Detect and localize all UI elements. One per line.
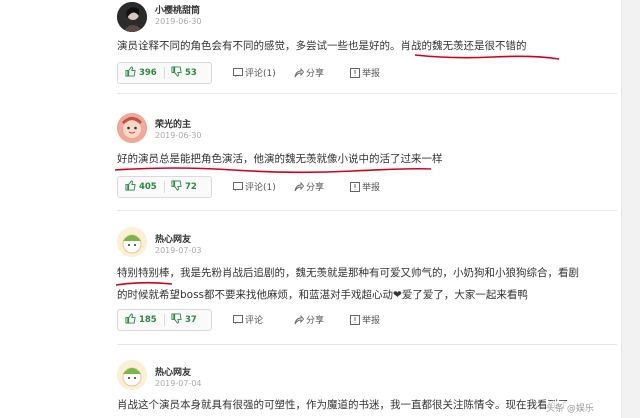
flag-icon (350, 68, 360, 78)
comment-divider (117, 93, 617, 94)
upvote-count: 405 (138, 182, 157, 192)
commenter-name[interactable]: 热心网友 (155, 232, 191, 245)
reply-button[interactable]: 评论(1) (233, 66, 276, 79)
upvote-button[interactable]: 185 (125, 313, 157, 325)
comment-icon (233, 182, 243, 191)
downvote-button[interactable]: 72 (171, 180, 197, 192)
vote-box: 396 53 (117, 62, 212, 84)
comment-date: 2019-06-30 (155, 17, 202, 26)
comment-text: 肖战这个演员本身就具有很强的可塑性，作为魔道的书迷，我一直都很关注陈情令。现在我… (117, 399, 569, 411)
share-icon (294, 314, 305, 325)
share-button[interactable]: 分享 (294, 180, 324, 193)
commenter-name[interactable]: 荣光的主 (155, 117, 191, 130)
share-icon (294, 181, 305, 192)
comment-divider (117, 210, 617, 211)
avatar (117, 227, 147, 257)
comment-text-line: 特别特别棒，我是先粉肖战后追剧的，魏无羡就是那种有可爱又帅气的，小奶狗和小狼狗综… (117, 267, 579, 279)
thumbs-down-icon (171, 66, 182, 77)
report-label: 举报 (362, 183, 381, 193)
comment-text-part: 演员诠释不同的角色会有不同的感觉，多尝试一些也是好的。 (117, 40, 401, 52)
comment-date: 2019-07-03 (155, 246, 202, 255)
flag-icon (350, 315, 360, 325)
thumbs-down-icon (171, 180, 182, 191)
comment-text-highlight: 肖战的魏无羡还是很不错的 (400, 40, 527, 52)
reply-label: 评论(1) (245, 183, 276, 193)
reply-label: 评论 (245, 316, 264, 326)
thumbs-up-icon (125, 66, 136, 77)
red-underline (414, 54, 560, 60)
comment-icon (233, 315, 243, 324)
report-button[interactable]: 举报 (350, 313, 380, 326)
upvote-button[interactable]: 396 (125, 66, 157, 78)
share-label: 分享 (306, 183, 325, 193)
upvote-button[interactable]: 405 (125, 180, 157, 192)
vote-box: 405 72 (117, 176, 212, 198)
share-label: 分享 (306, 316, 325, 326)
comment-divider (117, 344, 617, 345)
avatar (117, 360, 147, 390)
share-button[interactable]: 分享 (294, 66, 324, 79)
comment-icon (233, 68, 243, 77)
comment-date: 2019-07-04 (155, 379, 202, 388)
watermark: 头条 @娱乐 (546, 401, 594, 414)
share-icon (294, 67, 305, 78)
share-label: 分享 (306, 69, 325, 79)
share-button[interactable]: 分享 (294, 313, 324, 326)
avatar (117, 2, 147, 32)
thumbs-up-icon (125, 313, 136, 324)
thumbs-up-icon (125, 180, 136, 191)
commenter-name[interactable]: 热心网友 (155, 365, 191, 378)
upvote-count: 396 (138, 68, 157, 78)
upvote-count: 185 (138, 315, 157, 325)
report-button[interactable]: 举报 (350, 180, 380, 193)
downvote-count: 72 (184, 182, 197, 192)
report-label: 举报 (362, 316, 381, 326)
vote-separator (164, 181, 165, 193)
report-button[interactable]: 举报 (350, 66, 380, 79)
downvote-count: 37 (184, 315, 197, 325)
red-underline (114, 167, 432, 174)
reply-button[interactable]: 评论 (233, 313, 263, 326)
report-label: 举报 (362, 69, 381, 79)
commenter-name[interactable]: 小樱桃甜筒 (155, 3, 200, 16)
comment-text: 特别特别棒，我是先粉肖战后追剧的，魏无羡就是那种有可爱又帅气的，小奶狗和小狼狗综… (117, 262, 617, 306)
reply-label: 评论(1) (245, 69, 276, 79)
reply-button[interactable]: 评论(1) (233, 180, 276, 193)
downvote-button[interactable]: 53 (171, 66, 197, 78)
vote-separator (164, 67, 165, 79)
red-underline (115, 281, 173, 286)
avatar (117, 113, 147, 143)
downvote-count: 53 (184, 68, 197, 78)
comment-text-line: 的时候就希望boss都不要来找他麻烦，和蓝湛对手戏超心动❤爱了爱了，大家一起来看… (117, 289, 528, 301)
vote-box: 185 37 (117, 309, 212, 331)
comment-date: 2019-06-30 (155, 131, 202, 140)
thumbs-down-icon (171, 313, 182, 324)
comment-1: 小樱桃甜筒 2019-06-30 演员诠释不同的角色会有不同的感觉，多尝试一些也… (0, 0, 622, 94)
flag-icon (350, 182, 360, 192)
vote-separator (164, 314, 165, 326)
window-edge (621, 0, 640, 418)
downvote-button[interactable]: 37 (171, 313, 197, 325)
